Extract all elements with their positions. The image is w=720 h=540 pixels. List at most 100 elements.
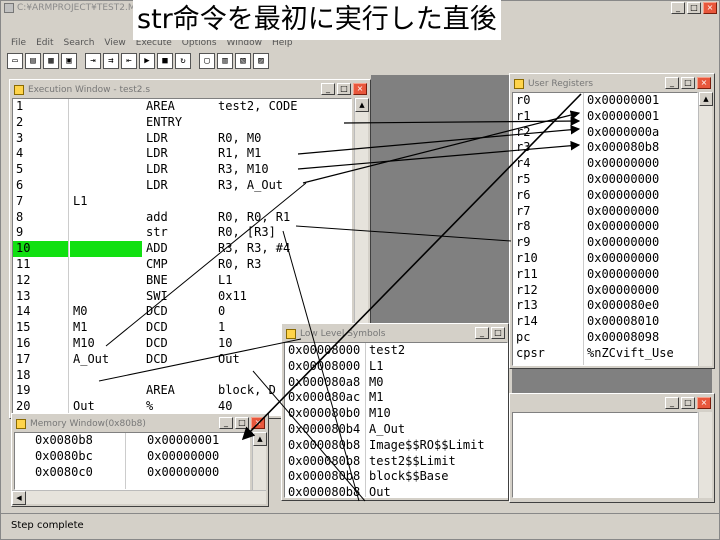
symbol-row[interactable]: 0x000080b8 block$$Base — [285, 469, 507, 485]
memory-horizontal-scrollbar[interactable]: ◀ — [12, 490, 266, 505]
minimize-button[interactable]: _ — [321, 83, 335, 95]
minimize-button[interactable]: _ — [671, 2, 685, 14]
symbol-row[interactable]: 0x000080b8 test2$$Limit — [285, 454, 507, 470]
execution-window-title-bar[interactable]: Execution Window - test2.s _ □ × — [12, 82, 368, 98]
empty-window-title-bar[interactable]: _ □ × — [512, 396, 712, 412]
scroll-up-arrow-icon[interactable]: ▲ — [699, 92, 713, 106]
register-row[interactable]: r3 0x000080b8 — [513, 140, 697, 156]
register-row[interactable]: r11 0x00000000 — [513, 267, 697, 283]
minimize-button[interactable]: _ — [665, 77, 679, 89]
step-over-icon[interactable]: ⇉ — [103, 53, 119, 69]
close-button[interactable]: × — [251, 417, 265, 429]
symbol-row[interactable]: 0x00008000 L1 — [285, 359, 507, 375]
close-button[interactable]: × — [697, 397, 711, 409]
maximize-button[interactable]: □ — [491, 327, 505, 339]
register-row[interactable]: r8 0x00000000 — [513, 219, 697, 235]
registers-pane[interactable]: r0 0x00000001 r1 0x00000001 r2 0x0000000a r3 0x… — [512, 92, 698, 366]
symbol-row[interactable]: 0x00008000 test2 — [285, 343, 507, 359]
source-line[interactable]: 9 str R0, [R3] — [13, 225, 351, 241]
memory-vertical-scrollbar[interactable]: ▲ — [252, 432, 267, 490]
source-line[interactable]: 2 ENTRY — [13, 115, 351, 131]
symbols-window-title-bar[interactable]: Low Level Symbols _ □ — [284, 326, 506, 342]
register-icon[interactable]: ▧ — [235, 53, 251, 69]
register-row[interactable]: r14 0x00008010 — [513, 314, 697, 330]
memory-row[interactable]: 0x0080b8 0x00000001 — [15, 433, 249, 449]
menu-item[interactable]: View — [104, 35, 125, 51]
view-icon[interactable]: ▣ — [61, 53, 77, 69]
source-line[interactable]: 7 L1 — [13, 194, 351, 210]
source-line[interactable]: 8 add R0, R0, R1 — [13, 210, 351, 226]
source-line[interactable]: 11 CMP R0, R3 — [13, 257, 351, 273]
run-icon[interactable]: ▶ — [139, 53, 155, 69]
minimize-button[interactable]: _ — [219, 417, 233, 429]
registers-vertical-scrollbar[interactable]: ▲ — [698, 92, 713, 366]
register-row[interactable]: cpsr %nZCvift_Use — [513, 346, 697, 362]
register-row[interactable]: r2 0x0000000a — [513, 125, 697, 141]
memory-address: 0x0080bc — [35, 448, 93, 463]
symbols-pane[interactable]: 0x00008000 test2 0x00008000 L1 0x000080a8 M0 0… — [284, 342, 508, 498]
registers-window-title-bar[interactable]: User Registers _ □ × — [512, 76, 712, 92]
symbol-row[interactable]: 0x000080b4 A_Out — [285, 422, 507, 438]
register-row[interactable]: r9 0x00000000 — [513, 235, 697, 251]
empty-vertical-scrollbar[interactable] — [698, 412, 712, 498]
source-line[interactable]: 3 LDR R0, M0 — [13, 131, 351, 147]
memory-row[interactable]: 0x0080bc 0x00000000 — [15, 449, 249, 465]
step-out-icon[interactable]: ⇤ — [121, 53, 137, 69]
register-row[interactable]: r10 0x00000000 — [513, 251, 697, 267]
source-line[interactable]: 1 AREA test2, CODE — [13, 99, 351, 115]
scroll-up-arrow-icon[interactable]: ▲ — [253, 432, 267, 446]
empty-window[interactable]: _ □ × — [509, 393, 715, 503]
step-in-icon[interactable]: ⇥ — [85, 53, 101, 69]
memory-pane[interactable]: 0x0080b8 0x00000001 0x0080bc 0x00000000 0x00… — [14, 432, 250, 490]
save-icon[interactable]: ▤ — [25, 53, 41, 69]
window-icon[interactable]: ▢ — [199, 53, 215, 69]
minimize-button[interactable]: _ — [475, 327, 489, 339]
menu-item[interactable]: Search — [64, 35, 95, 51]
memory-icon[interactable]: ▥ — [217, 53, 233, 69]
scroll-left-arrow-icon[interactable]: ◀ — [12, 491, 26, 505]
symbol-icon[interactable]: ▨ — [253, 53, 269, 69]
register-row[interactable]: r5 0x00000000 — [513, 172, 697, 188]
low-level-symbols-window[interactable]: Low Level Symbols _ □ 0x00008000 test2 0x0… — [281, 323, 509, 501]
symbol-row[interactable]: 0x000080b0 M10 — [285, 406, 507, 422]
register-row[interactable]: r7 0x00000000 — [513, 204, 697, 220]
source-line[interactable]: 12 BNE L1 — [13, 273, 351, 289]
register-row[interactable]: r13 0x000080e0 — [513, 298, 697, 314]
register-row[interactable]: r12 0x00000000 — [513, 283, 697, 299]
register-row[interactable]: pc 0x00008098 — [513, 330, 697, 346]
print-icon[interactable]: ▦ — [43, 53, 59, 69]
source-line[interactable]: 10 ADD R3, R3, #4 — [13, 241, 351, 257]
maximize-button[interactable]: □ — [681, 397, 695, 409]
go-icon[interactable]: ↻ — [175, 53, 191, 69]
close-button[interactable]: × — [703, 2, 717, 14]
user-registers-window[interactable]: User Registers _ □ × r0 0x00000001 r1 0x000… — [509, 73, 715, 369]
close-button[interactable]: × — [353, 83, 367, 95]
close-button[interactable]: × — [697, 77, 711, 89]
symbol-row[interactable]: 0x000080b8 Image$$RO$$Limit — [285, 438, 507, 454]
register-row[interactable]: r0 0x00000001 — [513, 93, 697, 109]
register-row[interactable]: r1 0x00000001 — [513, 109, 697, 125]
source-line[interactable]: 4 LDR R1, M1 — [13, 146, 351, 162]
menu-item[interactable]: File — [11, 35, 26, 51]
symbol-row[interactable]: 0x000080a8 M0 — [285, 375, 507, 391]
maximize-button[interactable]: □ — [681, 77, 695, 89]
open-icon[interactable]: ▭ — [7, 53, 23, 69]
register-row[interactable]: r4 0x00000000 — [513, 156, 697, 172]
menu-item[interactable]: Edit — [36, 35, 53, 51]
register-row[interactable]: r6 0x00000000 — [513, 188, 697, 204]
source-line[interactable]: 13 SWI 0x11 — [13, 289, 351, 305]
symbol-row[interactable]: 0x000080b8 Out — [285, 485, 507, 497]
source-line[interactable]: 6 LDR R3, A_Out — [13, 178, 351, 194]
memory-row[interactable]: 0x0080c0 0x00000000 — [15, 465, 249, 481]
stop-icon[interactable]: ■ — [157, 53, 173, 69]
maximize-button[interactable]: □ — [687, 2, 701, 14]
maximize-button[interactable]: □ — [337, 83, 351, 95]
memory-window[interactable]: Memory Window(0x80b8) _ □ × 0x0080b8 0x00… — [11, 413, 269, 507]
scroll-up-arrow-icon[interactable]: ▲ — [355, 98, 369, 112]
source-line[interactable]: 5 LDR R3, M10 — [13, 162, 351, 178]
maximize-button[interactable]: □ — [235, 417, 249, 429]
minimize-button[interactable]: _ — [665, 397, 679, 409]
memory-window-title-bar[interactable]: Memory Window(0x80b8) _ □ × — [14, 416, 266, 432]
source-line[interactable]: 14 M0 DCD 0 — [13, 304, 351, 320]
symbol-row[interactable]: 0x000080ac M1 — [285, 390, 507, 406]
